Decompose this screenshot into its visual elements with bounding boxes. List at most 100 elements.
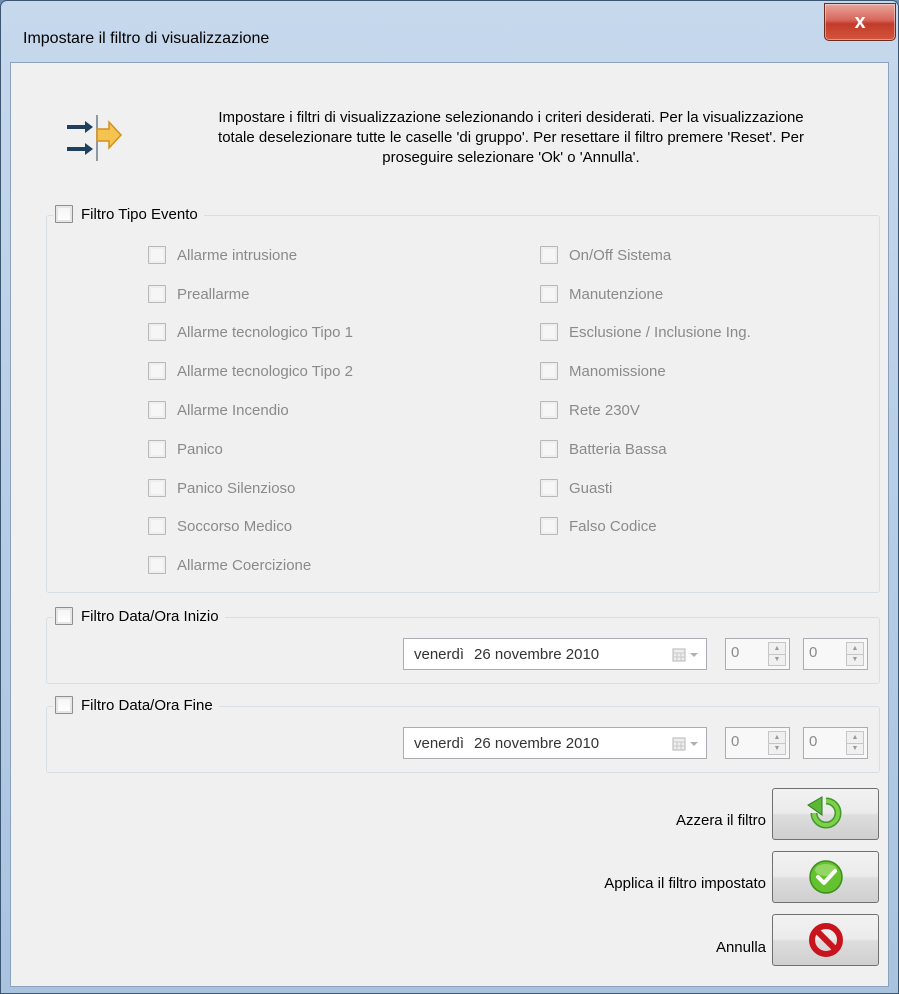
option-allarme-tecnologico-2[interactable]: Allarme tecnologico Tipo 2 [148, 362, 353, 380]
spin-up-icon[interactable]: ▲ [769, 732, 785, 743]
end-minute-value: 0 [809, 733, 818, 750]
option-label: Allarme intrusione [177, 246, 298, 264]
end-hour-stepper[interactable]: 0 ▲ ▼ [725, 727, 790, 759]
dialog-body: Impostare i filtri di visualizzazione se… [10, 62, 889, 987]
spin-up-icon[interactable]: ▲ [847, 732, 863, 743]
intro-line: proseguire selezionare 'Ok' o 'Annulla'. [382, 149, 640, 166]
option-label: Panico [177, 440, 223, 458]
option-panico[interactable]: Panico [148, 440, 223, 458]
option-checkbox[interactable] [540, 362, 558, 380]
option-checkbox[interactable] [148, 285, 166, 303]
option-preallarme[interactable]: Preallarme [148, 285, 250, 303]
option-checkbox[interactable] [148, 323, 166, 341]
option-allarme-intrusione[interactable]: Allarme intrusione [148, 246, 297, 264]
reset-label: Azzera il filtro [675, 812, 766, 829]
spin-up-icon[interactable]: ▲ [769, 643, 785, 654]
option-label: Esclusione / Inclusione Ing. [569, 323, 751, 341]
start-minute-value: 0 [809, 644, 818, 661]
intro-line: Impostare i filtri di visualizzazione se… [218, 109, 804, 126]
green-check-icon [808, 860, 843, 894]
option-checkbox[interactable] [540, 246, 558, 264]
end-calendar-dropdown[interactable] [672, 734, 702, 754]
calendar-icon [672, 737, 686, 751]
option-checkbox[interactable] [148, 517, 166, 535]
spin-down-icon[interactable]: ▼ [847, 742, 863, 755]
filter-arrows-icon [67, 115, 123, 161]
option-label: Allarme tecnologico Tipo 2 [177, 362, 353, 380]
intro-text: Impostare i filtri di visualizzazione se… [151, 108, 871, 168]
option-allarme-tecnologico-1[interactable]: Allarme tecnologico Tipo 1 [148, 323, 353, 341]
reset-button[interactable] [772, 788, 879, 840]
end-minute-spin-buttons[interactable]: ▲ ▼ [846, 731, 864, 755]
option-checkbox[interactable] [540, 323, 558, 341]
option-manutenzione[interactable]: Manutenzione [540, 285, 663, 303]
option-on-off-sistema[interactable]: On/Off Sistema [540, 246, 671, 264]
event-type-label: Filtro Tipo Evento [81, 205, 198, 223]
start-date-picker[interactable]: venerdì 26 novembre 2010 [403, 638, 707, 670]
option-label: Manutenzione [569, 285, 664, 303]
option-checkbox[interactable] [148, 401, 166, 419]
dialog-window: Impostare il filtro di visualizzazione x… [0, 0, 899, 994]
close-icon: x [854, 10, 866, 33]
option-checkbox[interactable] [148, 440, 166, 458]
event-type-group: Filtro Tipo Evento Allarme intrusione Pr… [46, 205, 880, 593]
option-checkbox[interactable] [540, 401, 558, 419]
option-label: Guasti [569, 479, 613, 497]
option-falso-codice[interactable]: Falso Codice [540, 517, 657, 535]
cancel-label: Annulla [715, 939, 766, 956]
start-date-value: 26 novembre 2010 [474, 645, 600, 663]
option-checkbox[interactable] [540, 479, 558, 497]
window-title: Impostare il filtro di visualizzazione [23, 30, 270, 47]
close-button[interactable]: x [824, 3, 896, 41]
option-checkbox[interactable] [148, 479, 166, 497]
start-hour-stepper[interactable]: 0 ▲ ▼ [725, 638, 790, 670]
end-date-value: 26 novembre 2010 [474, 734, 600, 752]
start-hour-value: 0 [731, 644, 740, 661]
spin-down-icon[interactable]: ▼ [769, 742, 785, 755]
option-label: Manomissione [569, 362, 666, 380]
end-hour-spin-buttons[interactable]: ▲ ▼ [768, 731, 786, 755]
red-no-entry-icon [808, 923, 843, 957]
start-date-checkbox[interactable] [55, 607, 73, 625]
apply-label: Applica il filtro impostato [604, 875, 766, 892]
title-bar[interactable]: Impostare il filtro di visualizzazione x [1, 1, 898, 61]
chevron-down-icon [690, 742, 698, 746]
option-allarme-coercizione[interactable]: Allarme Coercizione [148, 556, 311, 574]
option-checkbox[interactable] [540, 517, 558, 535]
spin-up-icon[interactable]: ▲ [847, 643, 863, 654]
spin-down-icon[interactable]: ▼ [847, 653, 863, 666]
start-hour-spin-buttons[interactable]: ▲ ▼ [768, 642, 786, 666]
option-esclusione-inclusione[interactable]: Esclusione / Inclusione Ing. [540, 323, 751, 341]
option-soccorso-medico[interactable]: Soccorso Medico [148, 517, 292, 535]
option-panico-silenzioso[interactable]: Panico Silenzioso [148, 479, 295, 497]
option-checkbox[interactable] [148, 362, 166, 380]
intro-line: totale deselezionare tutte le caselle 'd… [218, 129, 804, 146]
option-batteria-bassa[interactable]: Batteria Bassa [540, 440, 667, 458]
start-minute-spin-buttons[interactable]: ▲ ▼ [846, 642, 864, 666]
option-guasti[interactable]: Guasti [540, 479, 612, 497]
start-minute-stepper[interactable]: 0 ▲ ▼ [803, 638, 868, 670]
option-label: On/Off Sistema [569, 246, 672, 264]
option-label: Allarme Incendio [177, 401, 289, 419]
end-date-picker[interactable]: venerdì 26 novembre 2010 [403, 727, 707, 759]
apply-button[interactable] [772, 851, 879, 903]
option-checkbox[interactable] [148, 246, 166, 264]
option-checkbox[interactable] [540, 440, 558, 458]
option-rete-230v[interactable]: Rete 230V [540, 401, 640, 419]
option-label: Preallarme [177, 285, 250, 303]
start-calendar-dropdown[interactable] [672, 645, 702, 665]
end-hour-value: 0 [731, 733, 740, 750]
option-manomissione[interactable]: Manomissione [540, 362, 666, 380]
option-allarme-incendio[interactable]: Allarme Incendio [148, 401, 289, 419]
end-date-checkbox[interactable] [55, 696, 73, 714]
end-minute-stepper[interactable]: 0 ▲ ▼ [803, 727, 868, 759]
spin-down-icon[interactable]: ▼ [769, 653, 785, 666]
option-label: Panico Silenzioso [177, 479, 296, 497]
event-type-checkbox[interactable] [55, 205, 73, 223]
option-checkbox[interactable] [540, 285, 558, 303]
start-date-label: Filtro Data/Ora Inizio [81, 607, 219, 625]
end-date-label: Filtro Data/Ora Fine [81, 696, 213, 714]
option-checkbox[interactable] [148, 556, 166, 574]
cancel-button[interactable] [772, 914, 879, 966]
option-label: Falso Codice [569, 517, 657, 535]
